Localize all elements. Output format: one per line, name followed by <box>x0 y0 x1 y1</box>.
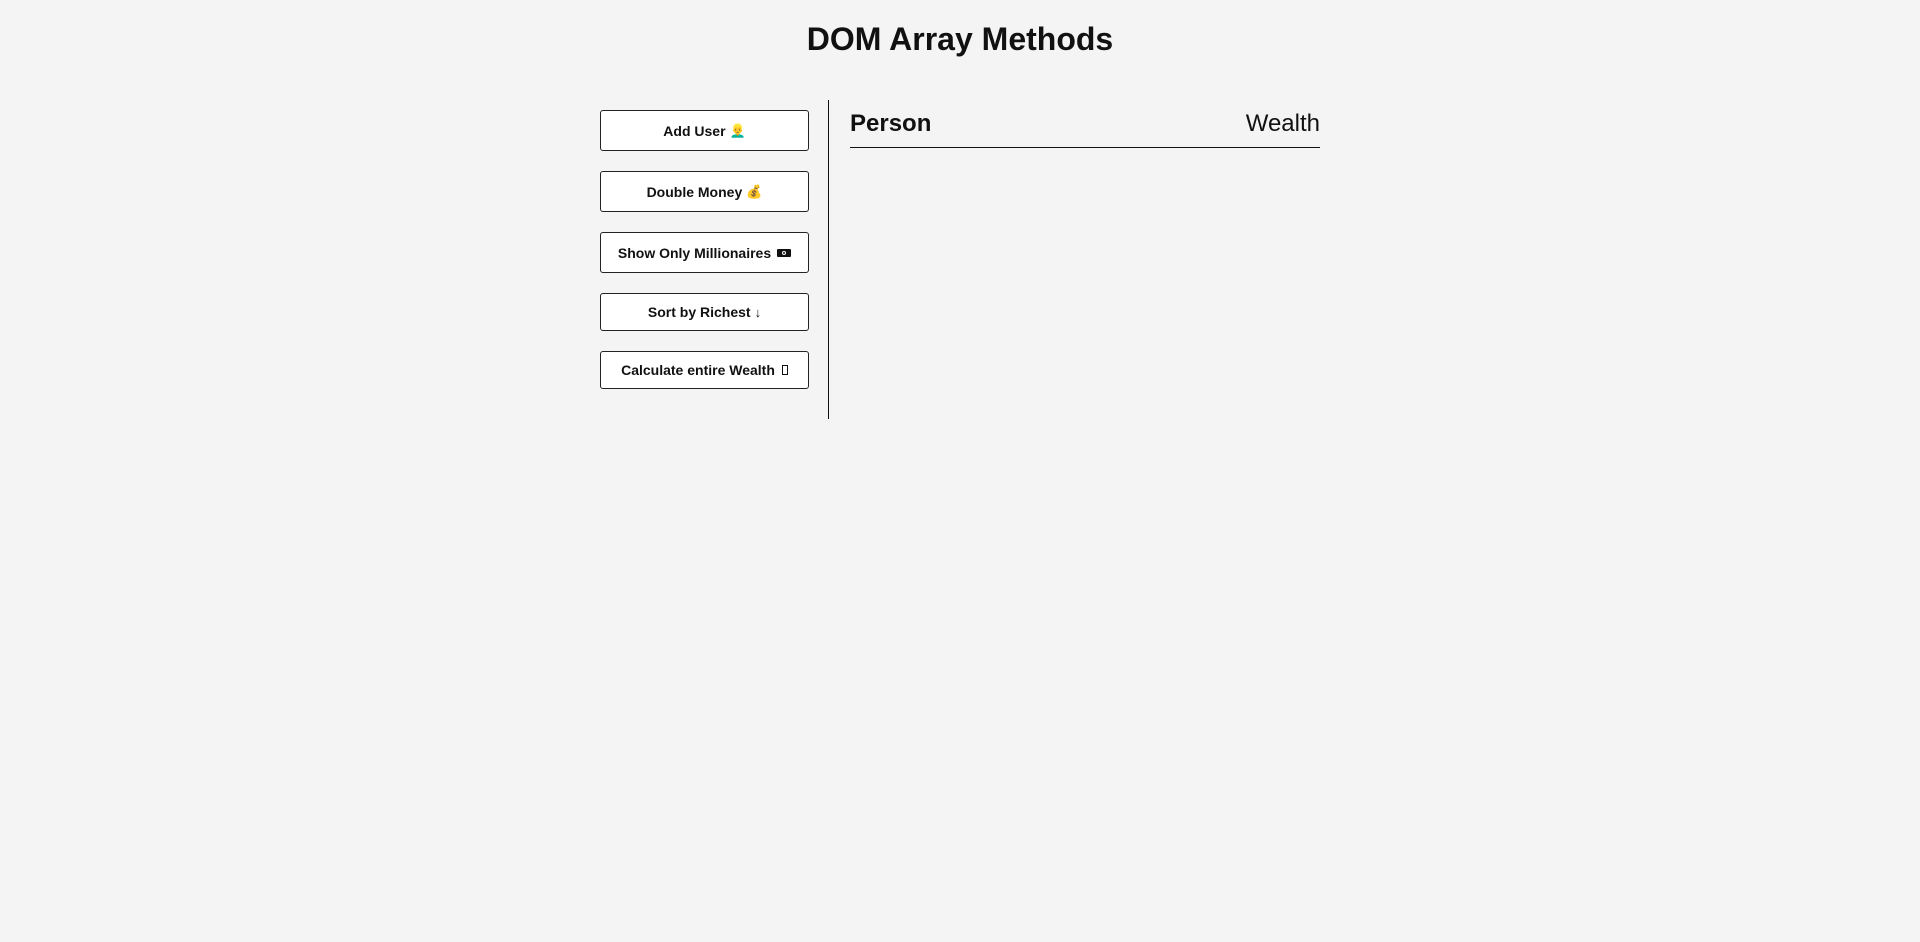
sort-richest-label: Sort by Richest <box>647 304 751 320</box>
person-column-header: Person <box>850 110 932 137</box>
money-bag-icon: 💰 <box>746 184 763 199</box>
wealth-column-header: Wealth <box>1245 110 1320 137</box>
app-container: Add User 👱‍♂️ Double Money 💰 Show Only M… <box>600 100 1320 419</box>
banknote-icon <box>777 248 792 257</box>
show-millionaires-button[interactable]: Show Only Millionaires <box>600 232 809 273</box>
missing-glyph-icon <box>781 365 788 375</box>
vertical-divider <box>828 100 829 419</box>
double-money-label: Double Money <box>646 183 743 200</box>
page-title: DOM Array Methods <box>806 21 1114 57</box>
add-user-button[interactable]: Add User 👱‍♂️ <box>600 110 809 151</box>
page: DOM Array Methods Add User 👱‍♂️ Double M… <box>0 0 1920 942</box>
calculate-wealth-button[interactable]: Calculate entire Wealth <box>600 351 809 389</box>
sort-richest-button[interactable]: Sort by Richest ↓ <box>600 293 809 331</box>
double-money-button[interactable]: Double Money 💰 <box>600 171 809 212</box>
person-icon: 👱‍♂️ <box>729 123 746 138</box>
add-user-label: Add User <box>663 122 726 139</box>
show-millionaires-label: Show Only Millionaires <box>617 244 772 261</box>
table-header: Person Wealth <box>850 108 1320 148</box>
arrow-down-icon: ↓ <box>754 304 762 320</box>
calculate-wealth-label: Calculate entire Wealth <box>621 362 775 378</box>
